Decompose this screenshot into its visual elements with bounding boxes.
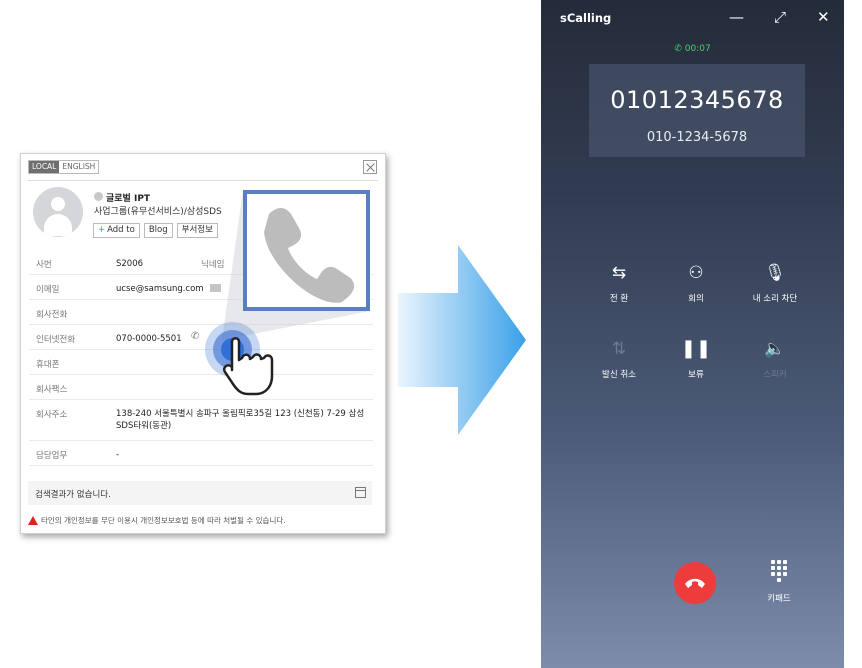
keypad-button[interactable]: 키패드 [759, 556, 799, 604]
conference-icon: ⚇ [688, 263, 704, 283]
dialed-number: 01012345678 [610, 86, 784, 114]
screenshot-stage: LOCAL ENGLISH 글로벌 IPT 사업그룹(유무선서비스)/삼성SDS… [0, 0, 862, 668]
transfer-label: 전 환 [609, 294, 629, 304]
conference-button[interactable]: ⚇ 회의 [656, 260, 736, 304]
call-timer-value: 00:07 [684, 44, 711, 54]
hold-label: 보류 [688, 370, 704, 380]
hold-pause-icon: ❚❚ [680, 338, 712, 359]
end-call-icon [685, 578, 705, 588]
conference-label: 회의 [688, 294, 704, 304]
app-title: sCalling [560, 11, 612, 25]
expand-icon[interactable]: ⤢ [774, 8, 786, 26]
hold-button[interactable]: ❚❚ 보류 [656, 336, 736, 380]
keypad-label: 키패드 [767, 594, 791, 604]
close-icon[interactable]: ✕ [817, 8, 830, 26]
minimize-icon[interactable]: — [729, 8, 744, 26]
speaker-icon: 🔈 [764, 339, 786, 359]
speaker-label: 스피커 [763, 370, 787, 380]
speaker-button[interactable]: 🔈 스피커 [735, 336, 815, 380]
call-timer: ✆ 00:07 [541, 44, 844, 54]
cancel-transfer-button[interactable]: ⇅ 발신 취소 [579, 336, 659, 380]
scalling-window: sCalling — ⤢ ✕ ✆ 00:07 01012345678 010-1… [541, 0, 844, 668]
large-phone-icon [264, 208, 355, 303]
phone-icon: ✆ [674, 44, 685, 54]
mute-button[interactable]: 🎙 내 소리 차단 [735, 260, 815, 304]
cancel-transfer-label: 발신 취소 [602, 370, 636, 380]
mute-label: 내 소리 차단 [752, 294, 798, 304]
keypad-icon [759, 560, 799, 582]
zoom-callout [243, 190, 370, 311]
number-display: 01012345678 010-1234-5678 [589, 64, 805, 157]
transfer-button[interactable]: ⇆ 전 환 [579, 260, 659, 304]
transfer-call-icon: ⇆ [611, 263, 627, 283]
dialed-number-formatted: 010-1234-5678 [646, 130, 748, 145]
mute-mic-icon: 🎙 [764, 263, 786, 283]
end-call-button[interactable] [674, 562, 716, 604]
transition-arrow-icon [398, 245, 526, 435]
hand-cursor-icon [223, 337, 274, 396]
cancel-transfer-icon: ⇅ [611, 339, 627, 359]
